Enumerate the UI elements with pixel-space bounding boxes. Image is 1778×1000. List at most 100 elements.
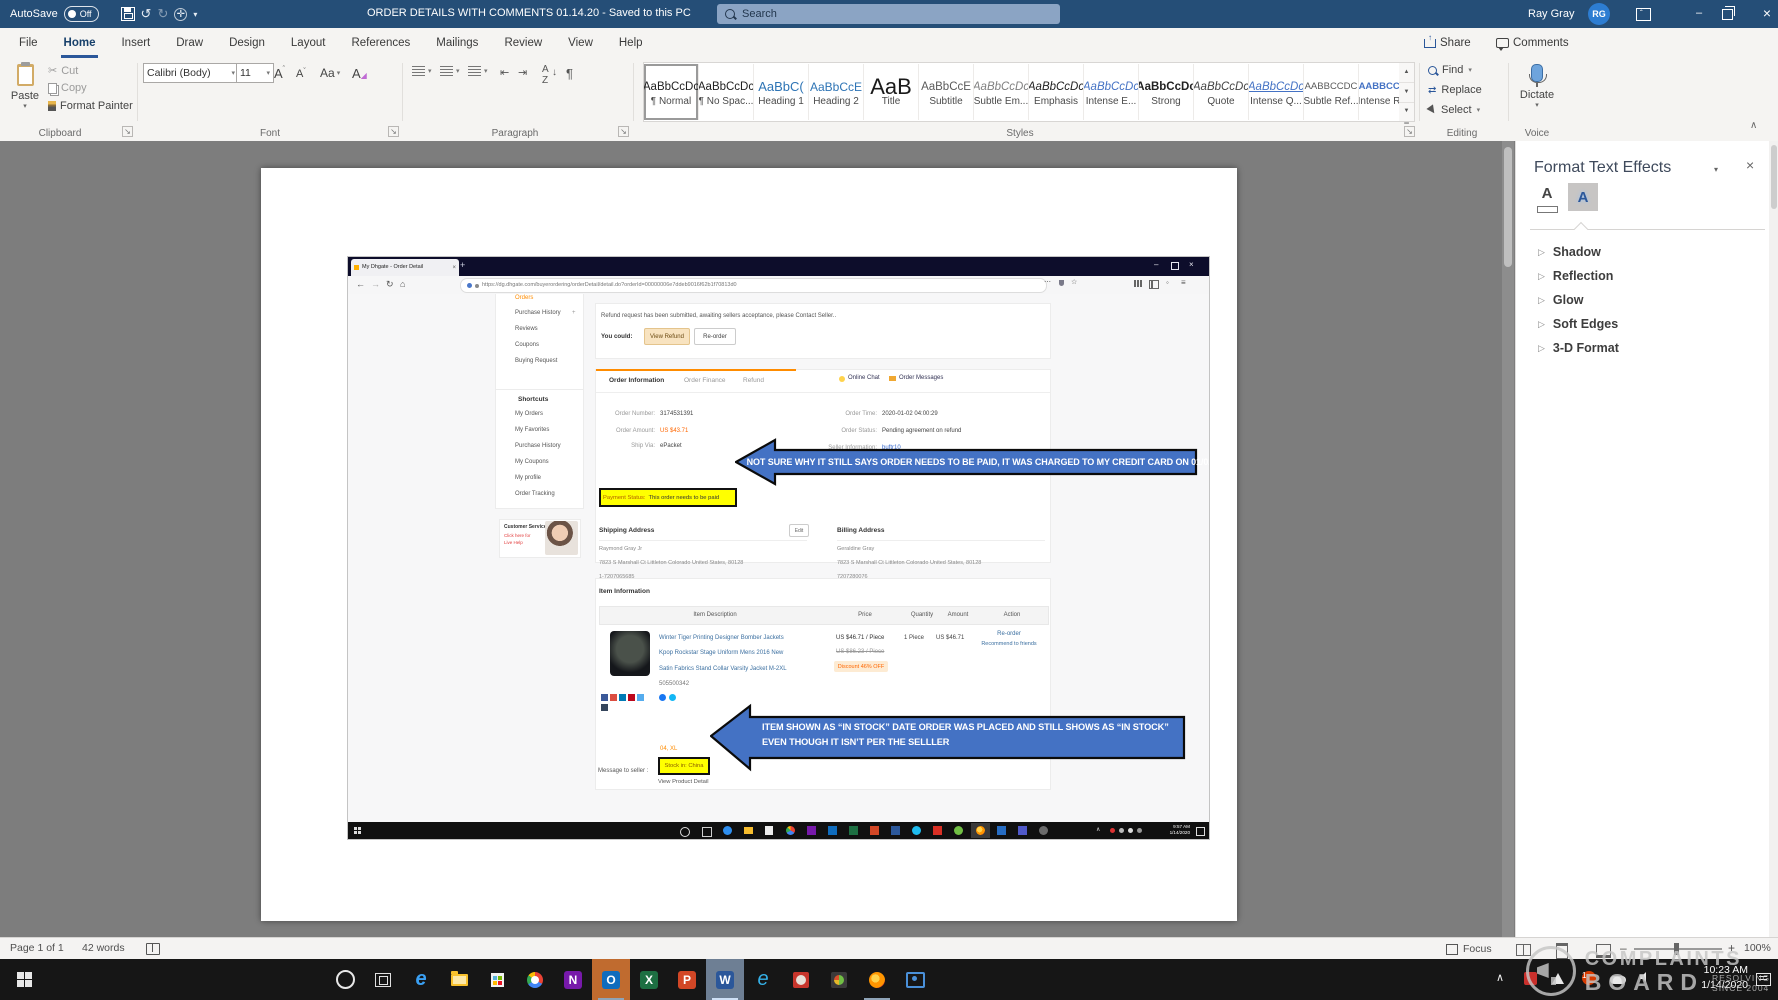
embedded-start-icon[interactable] (354, 827, 361, 834)
embedded-outlook-icon[interactable] (828, 826, 837, 835)
change-case-icon[interactable]: Aa▾ (320, 66, 340, 80)
embedded-edge-icon[interactable] (723, 826, 732, 835)
sidebar-item-orders[interactable]: Orders (515, 295, 533, 302)
bookmark-star-icon[interactable]: ☆ (1071, 278, 1077, 286)
taskbar-clock[interactable]: 10:23 AM 1/14/2020 (1664, 963, 1748, 993)
order-messages-link[interactable]: Order Messages (889, 375, 943, 382)
focus-button[interactable]: Focus (1446, 938, 1492, 960)
pinterest-icon[interactable] (628, 694, 635, 701)
sidebar-item-purchase-history2[interactable]: Purchase History (515, 443, 561, 450)
find-button[interactable]: Find▾ (1428, 64, 1472, 76)
font-size-select[interactable]: 11▾ (236, 63, 274, 83)
embedded-screenshot[interactable]: My Dhgate - Order Detail × + – × ← → ↻ ⌂… (348, 257, 1209, 839)
ribbon-display-options-icon[interactable]: ˆ (1636, 8, 1651, 21)
shot-minimize-icon[interactable]: – (1154, 260, 1158, 269)
increase-indent-icon[interactable]: ⇥ (518, 66, 527, 79)
share-button[interactable]: ↑ Share (1424, 28, 1471, 58)
view-product-detail-link[interactable]: View Product Detail (658, 779, 708, 785)
messenger-icon[interactable] (659, 694, 666, 701)
tab-view[interactable]: View (555, 28, 606, 58)
shrink-font-icon[interactable]: Aˇ (296, 68, 306, 80)
taskbar-excel[interactable]: X (630, 959, 668, 1000)
url-text[interactable]: https://dg.dhgate.com/buyerordering/orde… (482, 282, 1040, 289)
comments-button[interactable]: Comments (1496, 28, 1569, 58)
sidebar-item-purchase-history[interactable]: Purchase History (515, 310, 561, 317)
product-thumbnail[interactable] (610, 631, 650, 676)
collapse-ribbon-icon[interactable]: ∧ (1750, 120, 1757, 131)
print-layout-icon[interactable] (1556, 943, 1568, 959)
styles-dialog-launcher-icon[interactable]: ↘ (1404, 126, 1415, 137)
cut-button[interactable]: ✂Cut (48, 64, 78, 77)
twitter-icon[interactable] (637, 694, 644, 701)
sidebar-item-reviews[interactable]: Reviews (515, 326, 538, 333)
style-strong[interactable]: AaBbCcDcStrong (1139, 64, 1194, 120)
view-refund-button[interactable]: View Refund (644, 328, 690, 345)
paragraph-dialog-launcher-icon[interactable]: ↘ (618, 126, 629, 137)
style-intense-emphasis[interactable]: AaBbCcDcIntense E... (1084, 64, 1139, 120)
product-title-line3[interactable]: Satin Fabrics Stand Collar Varsity Jacke… (659, 666, 787, 673)
tab-order-information[interactable]: Order Information (609, 377, 664, 385)
embedded-capture-icon[interactable] (997, 826, 1006, 835)
sidebar-item-my-favorites[interactable]: My Favorites (515, 427, 549, 434)
taskbar-chrome[interactable] (516, 959, 554, 1000)
action-center-icon[interactable] (1756, 973, 1771, 986)
tab-draw[interactable]: Draw (163, 28, 216, 58)
speaker-icon[interactable] (1640, 972, 1646, 982)
section-reflection[interactable]: ▷Reflection (1538, 269, 1613, 283)
live-help-line1[interactable]: Click here for (504, 533, 531, 538)
document-scrollbar-thumb[interactable] (1504, 147, 1512, 267)
document-canvas[interactable]: My Dhgate - Order Detail × + – × ← → ↻ ⌂… (0, 141, 1515, 937)
style-emphasis[interactable]: AaBbCcDcEmphasis (1029, 64, 1084, 120)
proofing-icon[interactable] (146, 943, 160, 955)
styles-scroll-down-icon[interactable]: ▼ (1399, 83, 1414, 103)
styles-scroll-up-icon[interactable]: ▲ (1399, 63, 1414, 83)
account-name[interactable]: Ray Gray (1528, 8, 1574, 20)
embedded-snagit-icon[interactable] (954, 826, 963, 835)
library-icon[interactable] (1134, 280, 1142, 287)
dictate-button[interactable]: Dictate ▾ (1514, 62, 1560, 132)
font-dialog-launcher-icon[interactable]: ↘ (388, 126, 399, 137)
taskbar-firefox[interactable] (858, 959, 896, 1000)
close-button[interactable]: × (1757, 4, 1777, 24)
style-subtle-reference[interactable]: AABBCCDCSubtle Ref... (1304, 64, 1359, 120)
online-chat-link[interactable]: Online Chat (839, 375, 880, 382)
taskbar-word[interactable]: W (706, 959, 744, 1000)
tab-insert[interactable]: Insert (108, 28, 163, 58)
callout-stock-arrow[interactable]: ITEM SHOWN AS “IN STOCK” DATE ORDER WAS … (710, 703, 1186, 772)
embedded-chrome-icon[interactable] (786, 826, 795, 835)
sidebar-item-buying-request[interactable]: Buying Request (515, 358, 557, 365)
purchase-history-expand-icon[interactable]: + (572, 310, 576, 317)
taskbar-store[interactable] (478, 959, 516, 1000)
taskbar-outlook[interactable]: O (592, 959, 630, 1000)
text-fill-outline-button[interactable]: A (1534, 185, 1560, 211)
search-input[interactable]: Search (717, 4, 1060, 24)
tray-app-icon[interactable] (1524, 972, 1537, 985)
style-subtle-emphasis[interactable]: AaBbCcDcSubtle Em... (974, 64, 1029, 120)
taskbar-edge[interactable]: e (402, 959, 440, 1000)
taskbar-ie[interactable]: e (744, 959, 782, 1000)
edit-address-button[interactable]: Edit (789, 524, 809, 537)
format-painter-button[interactable]: Format Painter (48, 100, 133, 112)
page-count[interactable]: Page 1 of 1 (10, 942, 64, 954)
customer-service-card[interactable]: Customer Service Click here for Live Hel… (499, 519, 581, 558)
style-quote[interactable]: AaBbCcDcQuote (1194, 64, 1249, 120)
embedded-firefox-icon[interactable] (976, 826, 985, 835)
web-layout-icon[interactable] (1596, 944, 1611, 958)
multilevel-list-button[interactable]: ▾ (468, 66, 488, 76)
grow-font-icon[interactable]: Aˆ (274, 66, 285, 81)
tab-close-icon[interactable]: × (452, 265, 456, 271)
decrease-indent-icon[interactable]: ⇤ (500, 66, 509, 79)
clipboard-dialog-launcher-icon[interactable]: ↘ (122, 126, 133, 137)
style-subtitle[interactable]: AaBbCcESubtitle (919, 64, 974, 120)
embedded-powerpoint-icon[interactable] (870, 826, 879, 835)
taskbar-photos[interactable] (782, 959, 820, 1000)
style-heading1[interactable]: AaBbC(Heading 1 (754, 64, 809, 120)
tab-refund[interactable]: Refund (743, 377, 764, 385)
callout-payment-arrow[interactable]: NOT SURE WHY IT STILL SAYS ORDER NEEDS T… (735, 437, 1198, 487)
tracking-shield-icon[interactable] (467, 283, 472, 288)
style-no-spacing[interactable]: AaBbCcDc¶ No Spac... (699, 64, 754, 120)
embedded-settings-icon[interactable] (1039, 826, 1048, 835)
recommend-link[interactable]: Recommend to friends (972, 641, 1046, 647)
read-mode-icon[interactable] (1516, 944, 1531, 956)
redo-icon[interactable]: ↻ (157, 6, 168, 22)
